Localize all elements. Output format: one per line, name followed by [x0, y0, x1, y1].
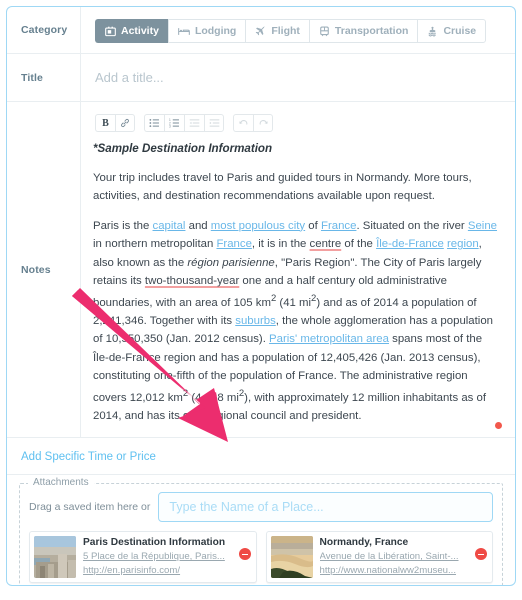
plane-icon [255, 25, 266, 37]
spellcheck-two-thousand-year: two-thousand-year [144, 275, 240, 288]
attachment-address[interactable]: 5 Place de la République, Paris... [83, 550, 252, 564]
title-label: Title [7, 54, 81, 101]
event-editor-screen: Category Activity Lodging Flight Transpo… [0, 0, 522, 600]
tab-transportation[interactable]: Transportation [308, 19, 418, 43]
attachment-title: Normandy, France [319, 537, 409, 549]
paris-thumbnail [34, 536, 76, 579]
tab-cruise-label: Cruise [443, 25, 477, 37]
drag-row: Drag a saved item here or [29, 492, 493, 523]
tab-cruise[interactable]: Cruise [417, 19, 487, 43]
title-input[interactable] [93, 66, 503, 89]
notes-heading: *Sample Destination Information [93, 142, 273, 155]
outdent-button[interactable] [184, 114, 204, 132]
attachment-title: Paris Destination Information [83, 537, 226, 549]
attachment-url[interactable]: http://en.parisinfo.com/ [83, 564, 252, 578]
undo-button[interactable] [233, 114, 253, 132]
activity-icon [105, 26, 116, 37]
spellcheck-centre: centre [309, 238, 342, 251]
notes-content[interactable]: *Sample Destination Information Your tri… [93, 140, 503, 425]
redo-button[interactable] [253, 114, 273, 132]
title-row: Title [7, 54, 515, 102]
tab-lodging[interactable]: Lodging [167, 19, 246, 43]
tab-flight[interactable]: Flight [245, 19, 309, 43]
event-editor-panel: Category Activity Lodging Flight Transpo… [6, 6, 516, 586]
attachment-card[interactable]: Normandy, France Avenue de la Libération… [265, 531, 493, 584]
notes-paragraph-1: Your trip includes travel to Paris and g… [93, 171, 472, 203]
tab-flight-label: Flight [271, 25, 300, 37]
category-label: Category [7, 7, 81, 53]
notes-toolbar: B 123 [95, 114, 503, 132]
attachment-cards: Paris Destination Information 5 Place de… [29, 531, 493, 584]
link-ile-de-france[interactable]: Île-de-France [376, 238, 444, 250]
status-dot [495, 422, 502, 430]
bed-icon [178, 26, 190, 37]
place-input[interactable] [158, 492, 493, 523]
link-france[interactable]: France [321, 220, 356, 232]
link-seine[interactable]: Seine [468, 220, 497, 232]
attachment-card[interactable]: Paris Destination Information 5 Place de… [29, 531, 257, 584]
tab-lodging-label: Lodging [194, 25, 237, 37]
attachments-fieldset: Attachments Drag a saved item here or Ty… [19, 477, 503, 585]
train-icon [319, 25, 330, 37]
svg-text:3: 3 [169, 124, 171, 128]
notes-label: Notes [7, 102, 81, 438]
link-button[interactable] [115, 114, 135, 132]
numbered-list-button[interactable]: 123 [164, 114, 184, 132]
notes-paragraph-2: Paris is the capital and most populous c… [93, 219, 498, 422]
ship-icon [427, 26, 438, 37]
attachments-section: Attachments Drag a saved item here or Ty… [7, 475, 515, 585]
category-tabs: Activity Lodging Flight Transportation C… [95, 19, 503, 43]
category-row: Category Activity Lodging Flight Transpo… [7, 7, 515, 54]
add-specific-time-link[interactable]: Add Specific Time or Price [21, 451, 156, 463]
attachment-url[interactable]: http://www.nationalww2museu... [320, 564, 489, 578]
link-france-2[interactable]: France [216, 238, 251, 250]
attachments-legend: Attachments [28, 477, 94, 489]
link-paris-metropolitan-area[interactable]: Paris' metropolitan area [269, 333, 389, 345]
bullet-list-button[interactable] [144, 114, 164, 132]
link-most-populous-city[interactable]: most populous city [211, 220, 305, 232]
tab-transportation-label: Transportation [334, 25, 409, 37]
remove-attachment-button[interactable] [238, 548, 251, 561]
add-specific-time-row: Add Specific Time or Price [7, 438, 515, 476]
normandy-thumbnail [270, 536, 313, 579]
tab-activity[interactable]: Activity [95, 19, 168, 43]
italic-region-parisienne: région parisienne [187, 256, 275, 269]
link-capital[interactable]: capital [153, 220, 186, 232]
tab-activity-label: Activity [121, 25, 159, 37]
drag-hint-text: Drag a saved item here or [29, 501, 151, 514]
indent-button[interactable] [204, 114, 224, 132]
notes-row: Notes B 123 *Sample Destination Informat… [7, 102, 515, 439]
bold-button[interactable]: B [95, 114, 115, 132]
attachment-address[interactable]: Avenue de la Libération, Saint-... [320, 550, 489, 564]
link-suburbs[interactable]: suburbs [235, 315, 276, 327]
link-region[interactable]: region [447, 238, 479, 250]
